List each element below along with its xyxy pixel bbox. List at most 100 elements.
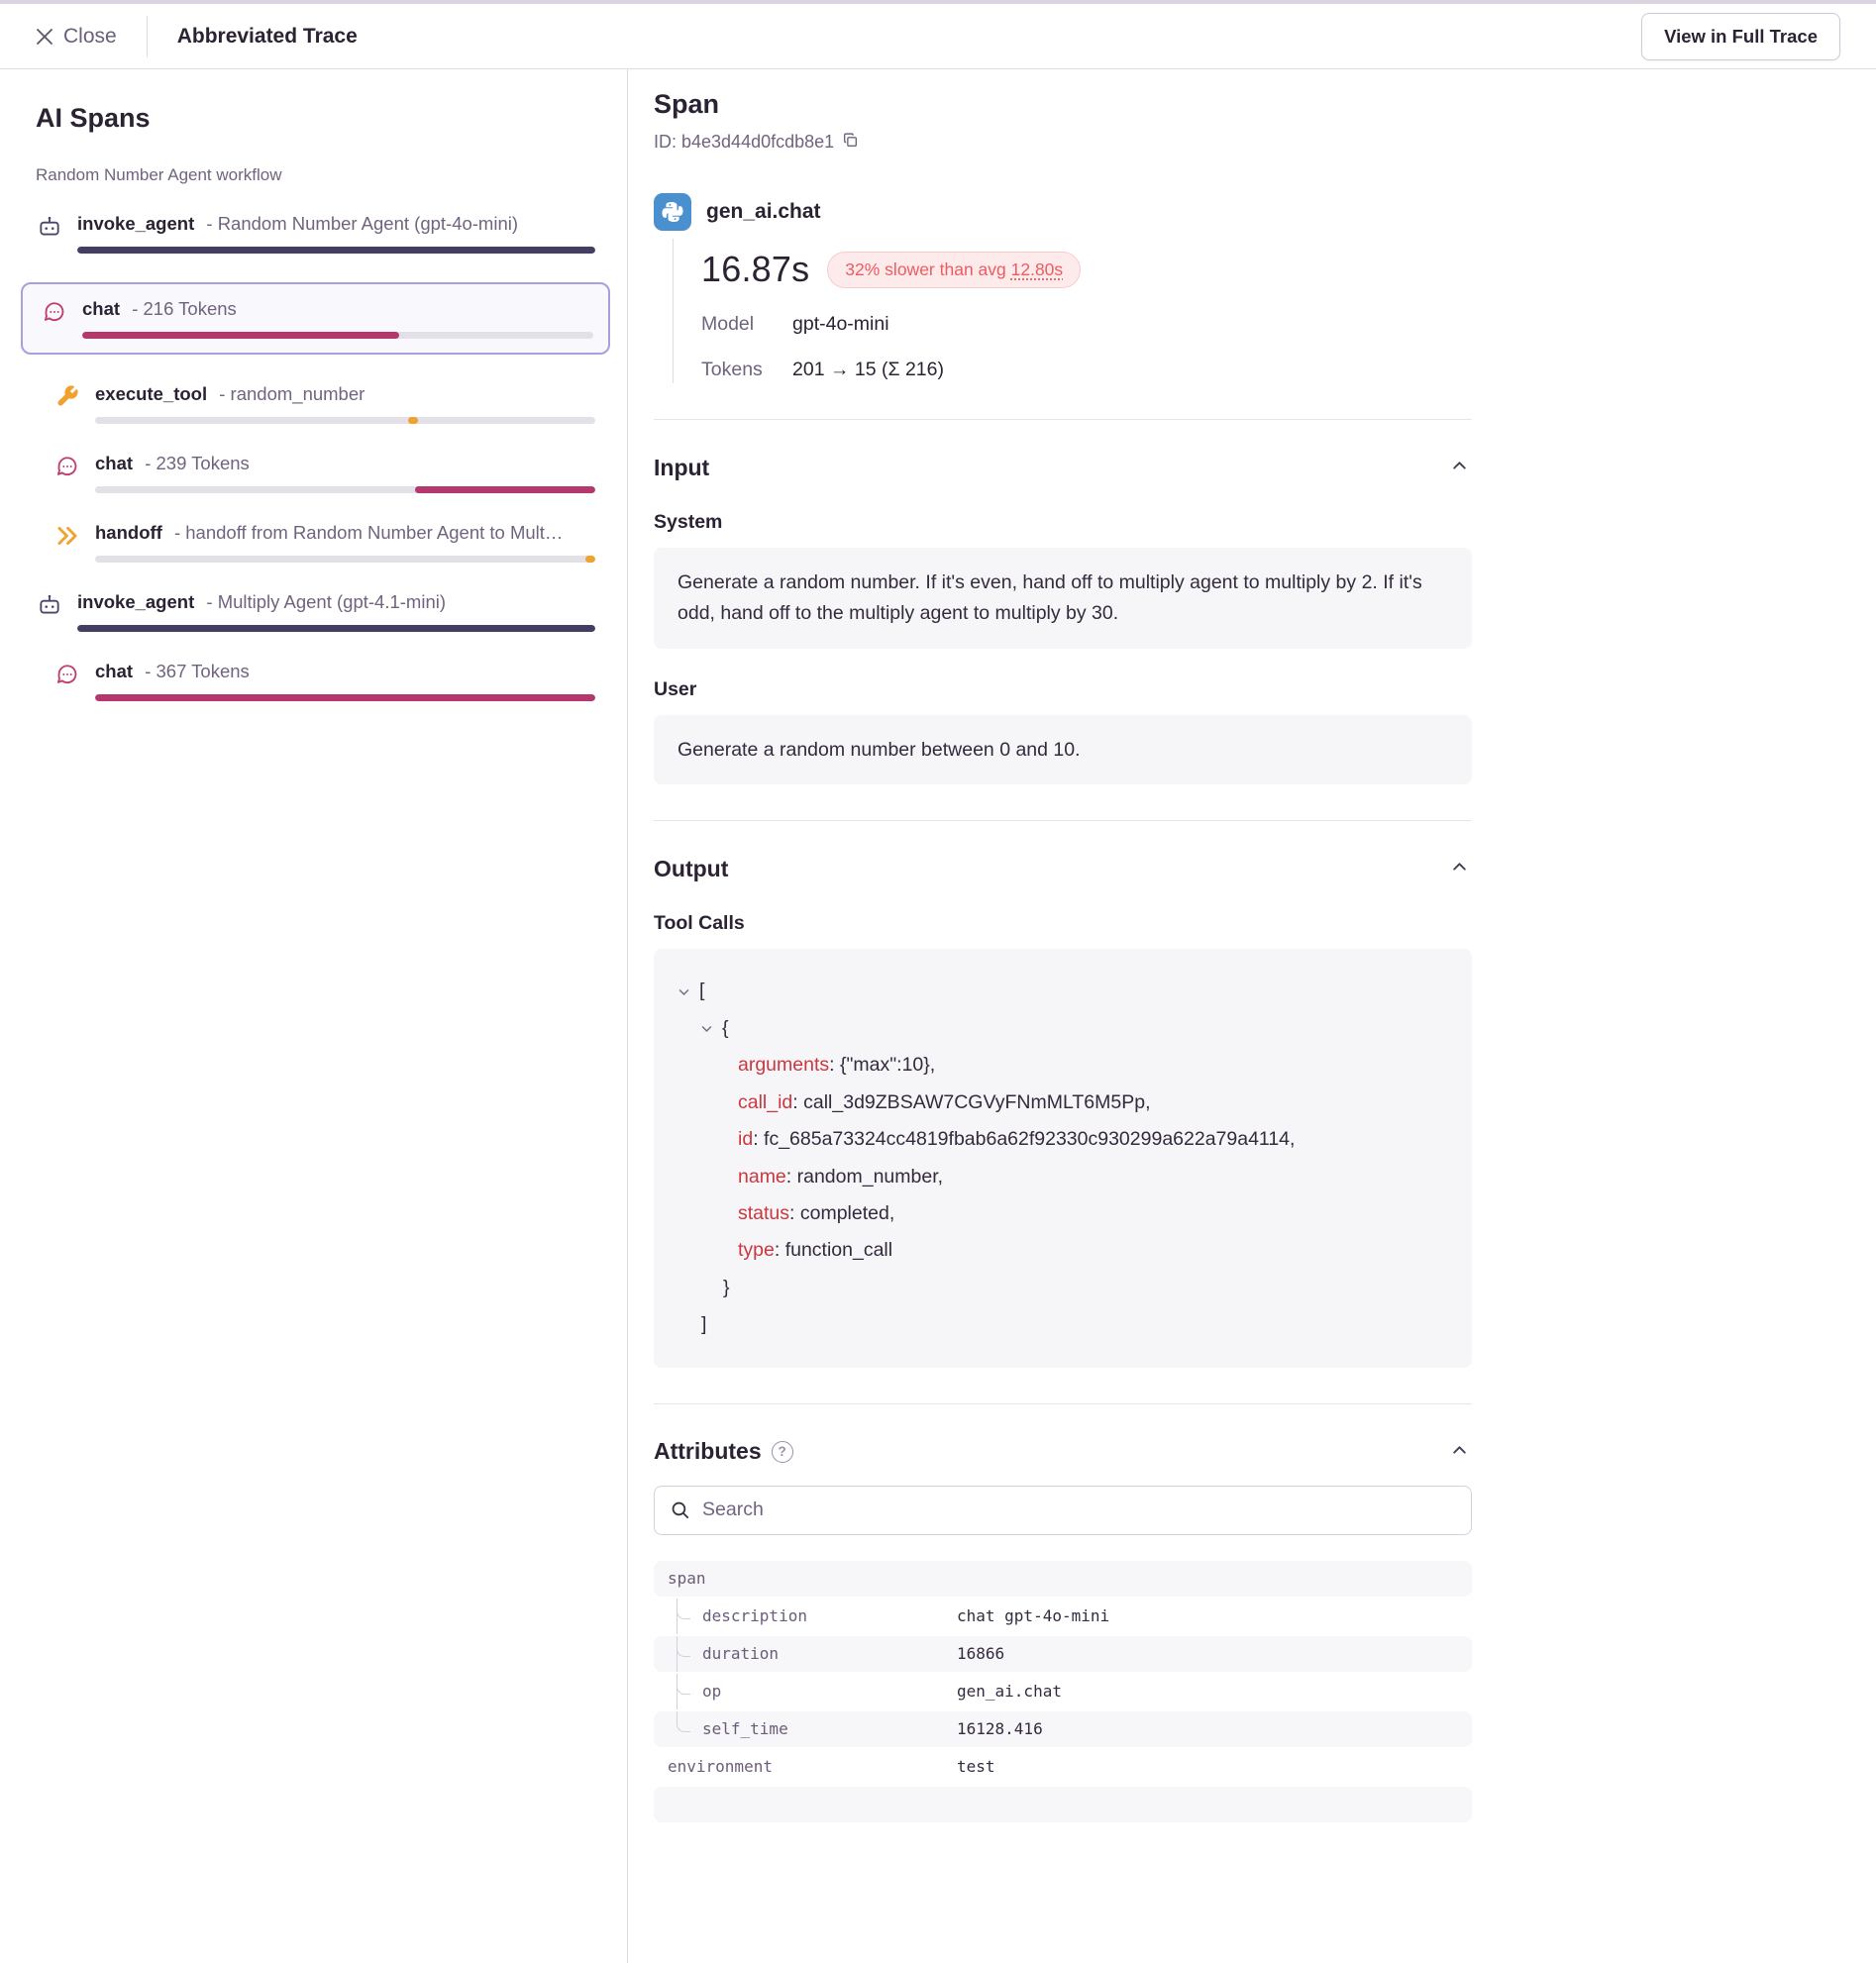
span-row-chat-367[interactable]: chat - 367 Tokens xyxy=(53,661,595,701)
attribute-row-clipped xyxy=(654,1787,1472,1822)
span-heading: Span xyxy=(654,89,1472,120)
span-op-name: gen_ai.chat xyxy=(706,200,821,224)
span-duration-fill xyxy=(77,625,595,632)
attribute-key: self_time xyxy=(668,1711,957,1747)
span-row-body: handoff - handoff from Random Number Age… xyxy=(95,522,595,563)
tree-connector-end xyxy=(677,1711,692,1747)
json-bracket: [ xyxy=(699,973,704,1009)
json-key: type xyxy=(738,1232,775,1269)
search-icon xyxy=(670,1499,690,1525)
chevron-up-icon xyxy=(1451,859,1468,878)
attribute-key: span xyxy=(668,1561,957,1597)
top-bar-left: Close Abbreviated Trace xyxy=(36,16,358,57)
span-desc: - Multiply Agent (gpt-4.1-mini) xyxy=(206,591,446,612)
span-row-title: invoke_agent - Multiply Agent (gpt-4.1-m… xyxy=(77,591,595,613)
span-row-title: invoke_agent - Random Number Agent (gpt-… xyxy=(77,213,595,235)
json-field-arguments: arguments: {"max":10}, xyxy=(677,1047,1448,1084)
json-line: { xyxy=(677,1010,1448,1047)
json-value: : {"max":10}, xyxy=(829,1047,935,1084)
span-row-execute-tool[interactable]: execute_tool - random_number xyxy=(53,383,595,424)
json-line: } xyxy=(677,1270,1448,1306)
attribute-group-row: span xyxy=(654,1561,1472,1597)
attribute-row-op: op gen_ai.chat xyxy=(654,1674,1472,1709)
attribute-key-text: op xyxy=(702,1682,721,1701)
span-row-title: chat - 367 Tokens xyxy=(95,661,595,682)
json-field-id: id: fc_685a73324cc4819fbab6a62f92330c930… xyxy=(677,1121,1448,1158)
span-desc: - 367 Tokens xyxy=(145,661,250,681)
span-row-handoff[interactable]: handoff - handoff from Random Number Age… xyxy=(53,522,595,563)
collapse-output-button[interactable] xyxy=(1447,855,1472,882)
span-row-invoke-agent-2[interactable]: invoke_agent - Multiply Agent (gpt-4.1-m… xyxy=(36,591,595,632)
collapse-input-button[interactable] xyxy=(1447,454,1472,481)
span-desc: - 216 Tokens xyxy=(132,298,237,319)
span-row-body: chat - 367 Tokens xyxy=(95,661,595,701)
span-duration-fill xyxy=(77,247,595,254)
span-op: execute_tool xyxy=(95,383,207,404)
span-row-invoke-agent-1[interactable]: invoke_agent - Random Number Agent (gpt-… xyxy=(36,213,595,254)
span-row-selected-outline: chat - 216 Tokens xyxy=(21,282,610,355)
span-row-chat-239[interactable]: chat - 239 Tokens xyxy=(53,453,595,493)
copy-id-button[interactable] xyxy=(840,130,861,154)
help-icon[interactable]: ? xyxy=(772,1441,793,1463)
span-list: invoke_agent - Random Number Agent (gpt-… xyxy=(36,213,595,701)
span-row-body: invoke_agent - Multiply Agent (gpt-4.1-m… xyxy=(77,591,595,632)
drawer-title: Abbreviated Trace xyxy=(177,25,358,49)
workflow-label: Random Number Agent workflow xyxy=(36,165,595,185)
collapse-attributes-button[interactable] xyxy=(1447,1438,1472,1466)
span-op: handoff xyxy=(95,522,162,543)
span-row-chat-216[interactable]: chat - 216 Tokens xyxy=(41,298,593,339)
span-duration-track xyxy=(77,625,595,632)
system-message-box: Generate a random number. If it's even, … xyxy=(654,548,1472,649)
span-duration-fill xyxy=(585,556,595,563)
model-label: Model xyxy=(701,313,792,336)
span-op: chat xyxy=(82,298,120,319)
attributes-section-header: Attributes ? xyxy=(654,1438,1472,1466)
span-duration-fill xyxy=(415,486,595,493)
close-label: Close xyxy=(63,25,117,49)
json-bracket: ] xyxy=(701,1306,706,1343)
tree-connector xyxy=(677,1674,692,1709)
attribute-row-duration: duration 16866 xyxy=(654,1636,1472,1672)
chevron-down-icon[interactable] xyxy=(677,985,690,998)
json-field-call-id: call_id: call_3d9ZBSAW7CGVyFNmMLT6M5Pp, xyxy=(677,1085,1448,1121)
attribute-value: chat gpt-4o-mini xyxy=(957,1606,1458,1625)
json-key: arguments xyxy=(738,1047,829,1084)
json-value: : completed, xyxy=(789,1195,894,1232)
span-op-row: gen_ai.chat xyxy=(654,193,1472,231)
section-divider xyxy=(654,820,1472,821)
span-duration-track xyxy=(95,694,595,701)
search-input[interactable] xyxy=(654,1486,1472,1535)
attribute-key: environment xyxy=(668,1749,957,1785)
attribute-key-text: self_time xyxy=(702,1719,788,1738)
chat-bubble-icon xyxy=(53,453,81,493)
attribute-key: op xyxy=(668,1674,957,1709)
attributes-section: Attributes ? xyxy=(654,1438,1472,1822)
span-duration-track xyxy=(95,486,595,493)
output-section-header: Output xyxy=(654,855,1472,882)
tool-calls-label: Tool Calls xyxy=(654,912,1472,935)
view-in-full-trace-button[interactable]: View in Full Trace xyxy=(1641,13,1840,60)
chat-bubble-icon xyxy=(53,661,81,701)
output-heading: Output xyxy=(654,856,728,882)
tokens-value: 201 → 15 (Σ 216) xyxy=(792,359,944,381)
json-key: status xyxy=(738,1195,789,1232)
chat-bubble-icon xyxy=(41,298,68,339)
badge-avg-link[interactable]: 12.80s xyxy=(1011,259,1064,280)
span-duration-fill xyxy=(408,417,418,424)
ai-spans-heading: AI Spans xyxy=(36,103,595,134)
json-key: id xyxy=(738,1121,753,1158)
span-op: chat xyxy=(95,661,133,681)
span-detail-panel: Span ID: b4e3d44d0fcdb8e1 xyxy=(628,69,1876,1963)
span-duration-track xyxy=(77,247,595,254)
span-row-title: handoff - handoff from Random Number Age… xyxy=(95,522,595,544)
chevron-down-icon[interactable] xyxy=(700,1022,713,1035)
span-op: invoke_agent xyxy=(77,213,194,234)
span-desc: - random_number xyxy=(219,383,365,404)
handoff-chevrons-icon xyxy=(53,522,81,563)
tokens-label: Tokens xyxy=(701,359,792,381)
attribute-value: gen_ai.chat xyxy=(957,1682,1458,1701)
json-value: : function_call xyxy=(775,1232,892,1269)
close-button[interactable]: Close xyxy=(36,25,117,49)
span-op-details: 16.87s 32% slower than avg 12.80s Model … xyxy=(673,239,1472,383)
span-row-title: chat - 216 Tokens xyxy=(82,298,593,320)
